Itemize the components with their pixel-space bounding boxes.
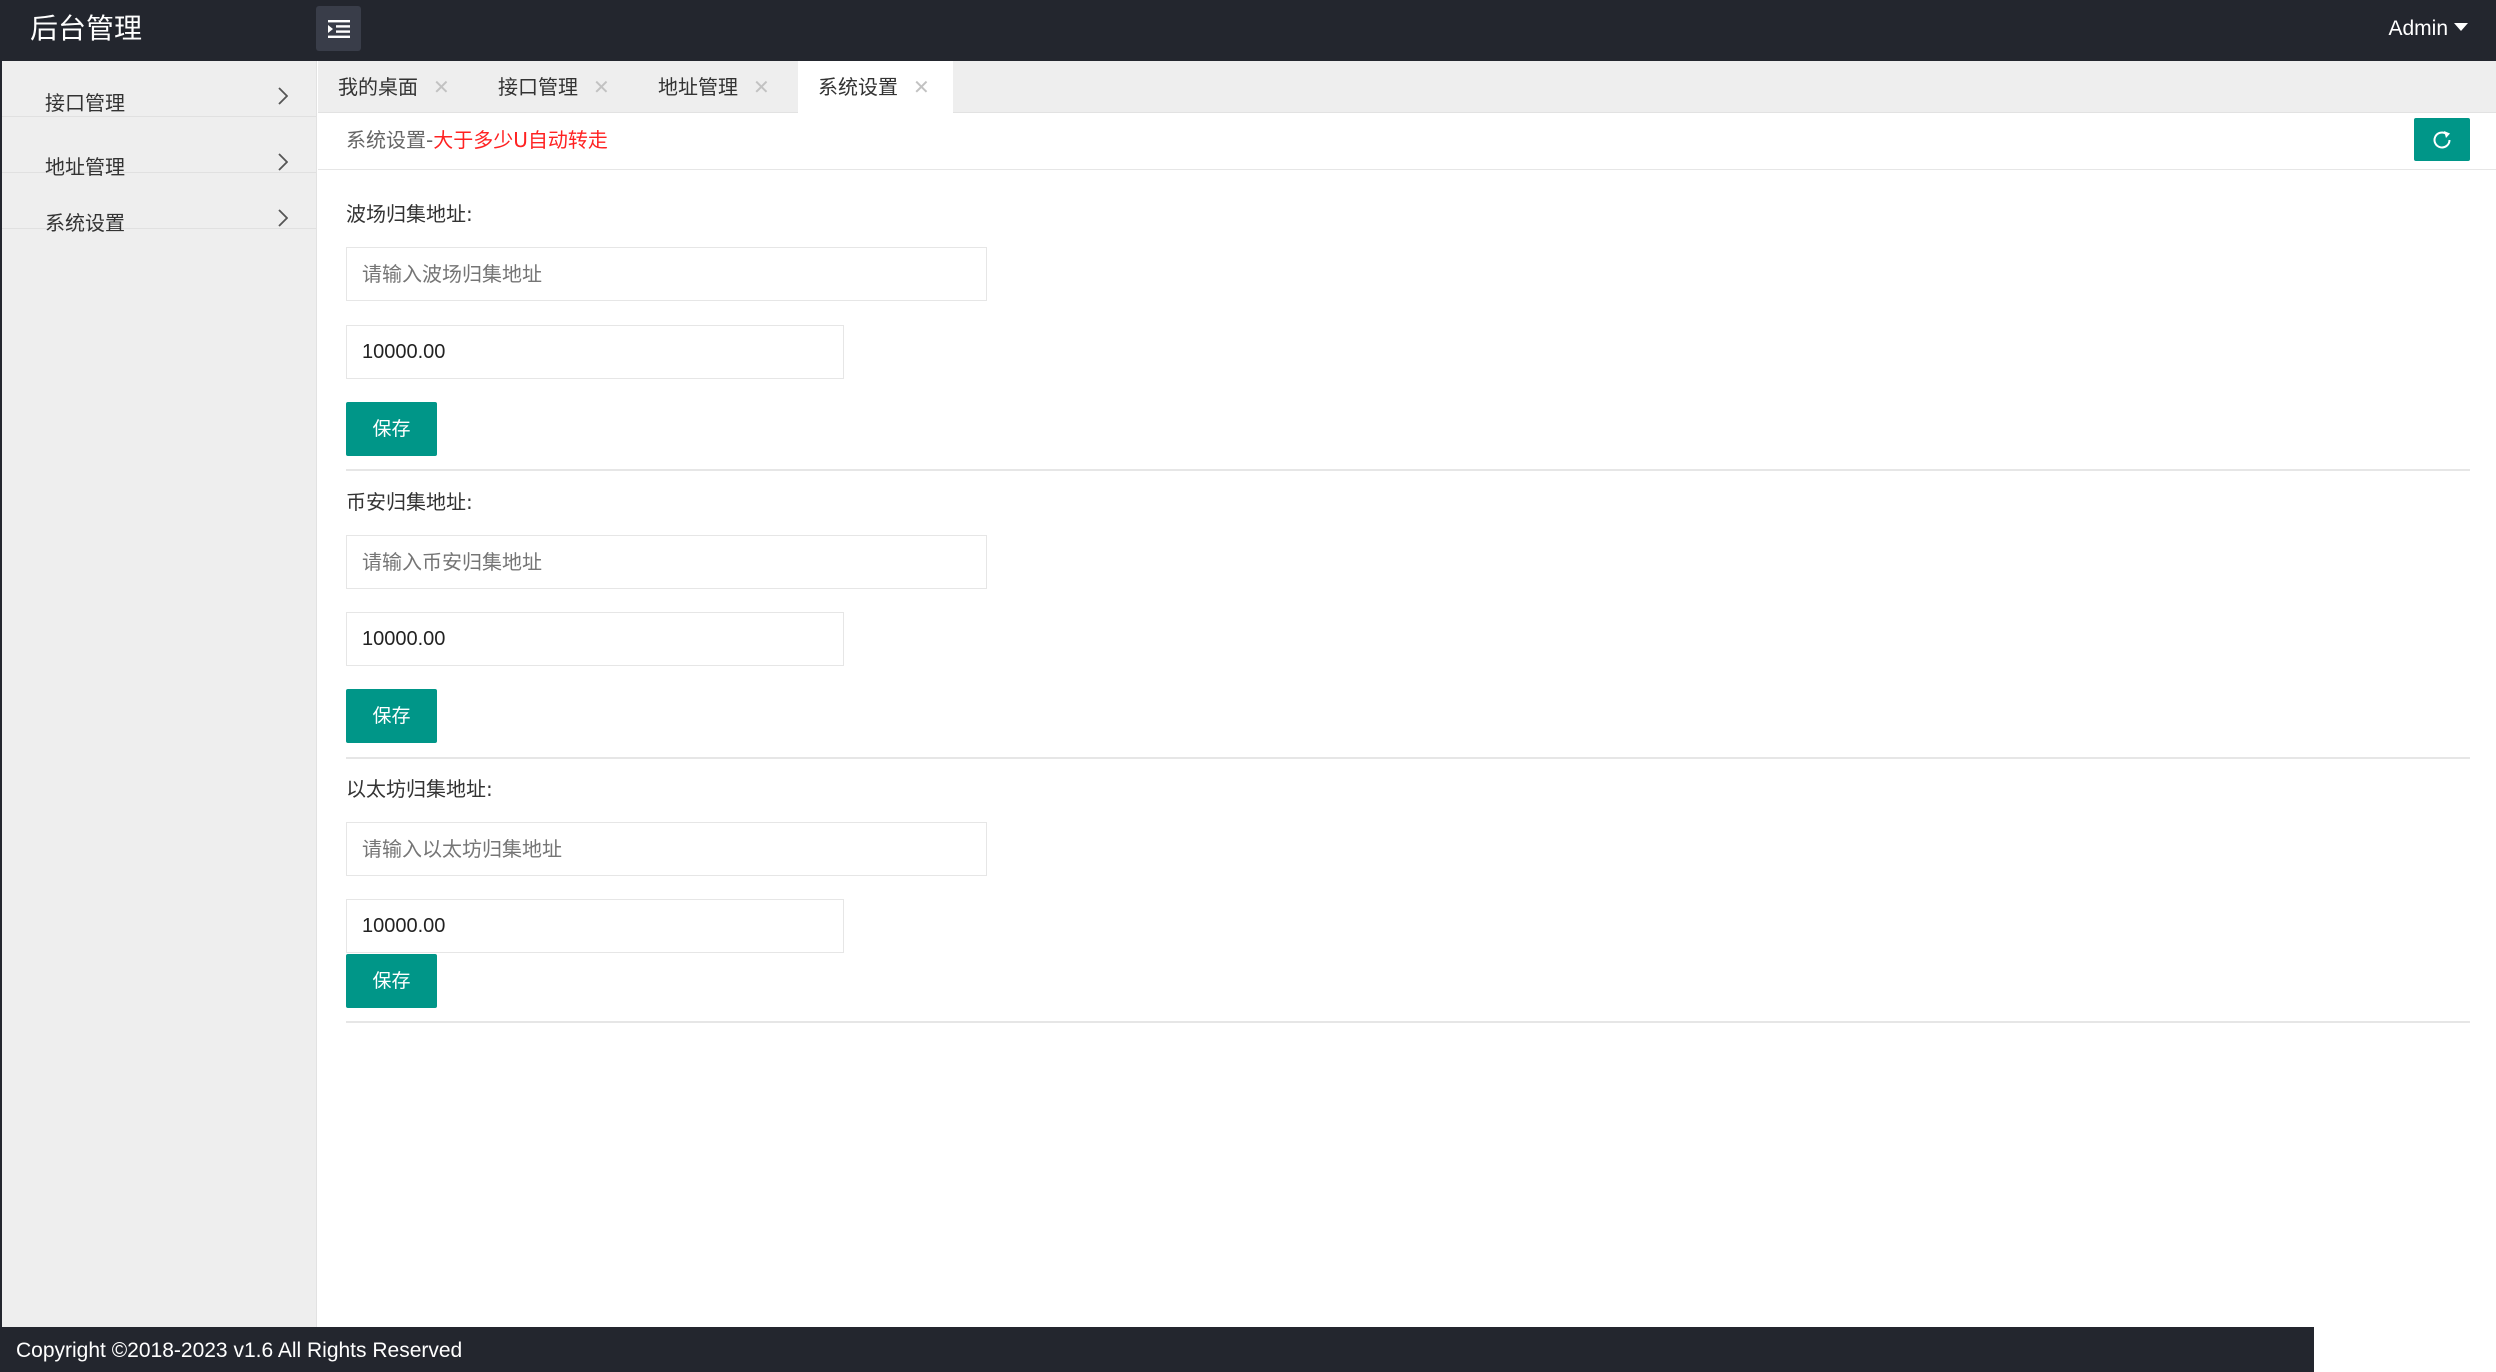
refresh-icon: [2433, 130, 2451, 148]
tron-address-label: 波场归集地址:: [346, 202, 473, 226]
tab-desktop[interactable]: 我的桌面 ✕: [318, 61, 478, 113]
menu-fold-icon: [327, 19, 350, 38]
chevron-right-icon: [278, 153, 288, 171]
footer: Copyright ©2018-2023 v1.6 All Rights Res…: [0, 1327, 2314, 1372]
tab-label: 接口管理: [498, 75, 578, 99]
top-header: 后台管理 Admin: [0, 0, 2496, 61]
panel-header: 系统设置-大于多少U自动转走: [318, 113, 2496, 170]
tab-bar: 我的桌面 ✕ 接口管理 ✕ 地址管理 ✕ 系统设置 ✕: [318, 61, 2496, 114]
panel-title: 系统设置-大于多少U自动转走: [346, 113, 608, 168]
sidebar-item-label: 系统设置: [45, 211, 125, 235]
caret-down-icon: [2454, 23, 2468, 32]
sidebar-item-address[interactable]: 地址管理: [2, 117, 316, 179]
chevron-right-icon: [278, 87, 288, 105]
tab-settings[interactable]: 系统设置 ✕: [798, 61, 953, 114]
binance-address-input[interactable]: [346, 535, 987, 589]
close-icon[interactable]: ✕: [593, 61, 610, 113]
tab-address[interactable]: 地址管理 ✕: [638, 61, 798, 113]
binance-address-label: 币安归集地址:: [346, 490, 473, 514]
sidebar-item-label: 地址管理: [45, 155, 125, 179]
sidebar-toggle-button[interactable]: [316, 6, 361, 51]
ethereum-amount-input[interactable]: [346, 899, 844, 953]
close-icon[interactable]: ✕: [753, 61, 770, 113]
refresh-button[interactable]: [2414, 118, 2470, 161]
divider: [346, 469, 2470, 471]
close-icon[interactable]: ✕: [433, 61, 450, 113]
divider: [346, 1021, 2470, 1023]
tab-label: 地址管理: [658, 75, 738, 99]
user-menu[interactable]: Admin: [2388, 0, 2468, 57]
binance-save-button[interactable]: 保存: [346, 689, 437, 743]
chevron-right-icon: [278, 209, 288, 227]
app-title: 后台管理: [30, 12, 143, 45]
tron-address-input[interactable]: [346, 247, 987, 301]
sidebar-item-settings[interactable]: 系统设置: [2, 173, 316, 235]
close-icon[interactable]: ✕: [913, 61, 930, 113]
user-name: Admin: [2388, 17, 2448, 40]
ethereum-address-input[interactable]: [346, 822, 987, 876]
binance-amount-input[interactable]: [346, 612, 844, 666]
ethereum-save-button[interactable]: 保存: [346, 954, 437, 1008]
tron-save-button[interactable]: 保存: [346, 402, 437, 456]
sidebar-item-label: 接口管理: [45, 91, 125, 115]
panel-title-prefix: 系统设置-: [346, 128, 434, 152]
tron-amount-input[interactable]: [346, 325, 844, 379]
sidebar: 接口管理 地址管理 系统设置: [0, 61, 317, 1327]
panel-title-highlight: 大于多少U自动转走: [433, 128, 608, 152]
tab-label: 我的桌面: [338, 75, 418, 99]
ethereum-address-label: 以太坊归集地址:: [346, 777, 493, 801]
tab-api[interactable]: 接口管理 ✕: [478, 61, 638, 113]
divider: [346, 757, 2470, 759]
sidebar-item-api[interactable]: 接口管理: [2, 61, 316, 117]
tab-label: 系统设置: [818, 75, 898, 99]
